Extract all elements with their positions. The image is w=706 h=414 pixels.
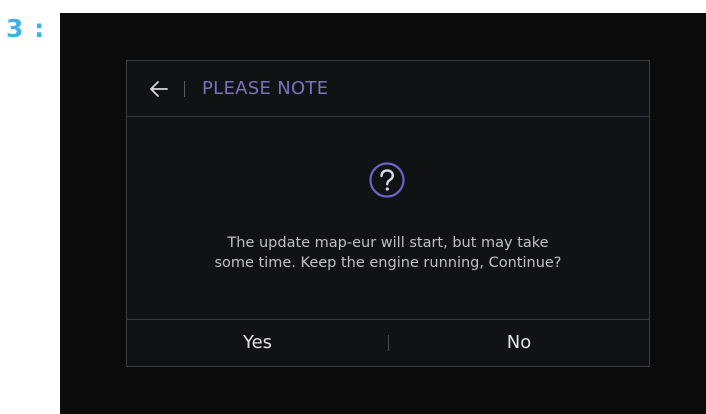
message-line: The update map-eur will start, but may t… bbox=[227, 235, 549, 251]
page: 3 : PLEASE NOTE The update map-eur will … bbox=[0, 0, 706, 414]
arrow-left-icon[interactable] bbox=[149, 79, 169, 99]
step-label: 3 : bbox=[6, 14, 46, 43]
no-button[interactable]: No bbox=[389, 320, 649, 366]
yes-button[interactable]: Yes bbox=[127, 320, 388, 366]
question-circle-icon bbox=[368, 161, 406, 199]
header-divider bbox=[184, 81, 185, 97]
infotainment-screen: PLEASE NOTE The update map-eur will star… bbox=[60, 13, 706, 414]
dialog-title: PLEASE NOTE bbox=[202, 78, 329, 99]
message-line: some time. Keep the engine running, Cont… bbox=[214, 255, 562, 271]
dialog-message: The update map-eur will start, but may t… bbox=[137, 233, 639, 273]
dialog-body: The update map-eur will start, but may t… bbox=[127, 117, 649, 320]
please-note-dialog: PLEASE NOTE The update map-eur will star… bbox=[126, 60, 650, 367]
dialog-header: PLEASE NOTE bbox=[127, 61, 649, 117]
dialog-footer: Yes No bbox=[127, 319, 649, 366]
